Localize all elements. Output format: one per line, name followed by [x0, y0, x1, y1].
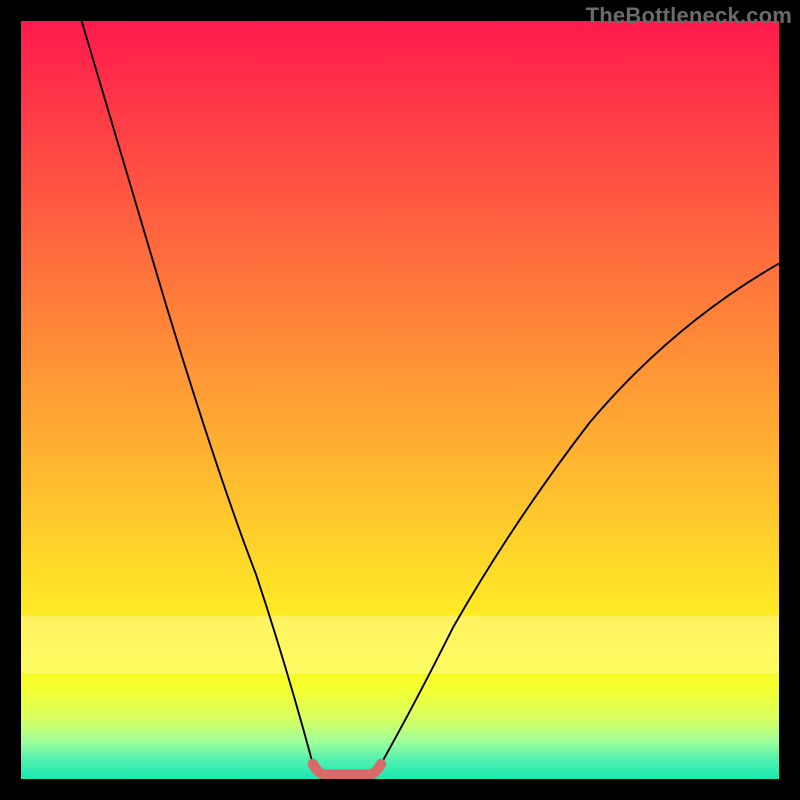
left-curve [82, 21, 313, 764]
watermark-text: TheBottleneck.com [586, 3, 792, 29]
right-curve [381, 264, 779, 764]
curve-layer [21, 21, 779, 779]
trough-highlight [313, 764, 381, 775]
plot-area [21, 21, 779, 779]
chart-stage: TheBottleneck.com [0, 0, 800, 800]
